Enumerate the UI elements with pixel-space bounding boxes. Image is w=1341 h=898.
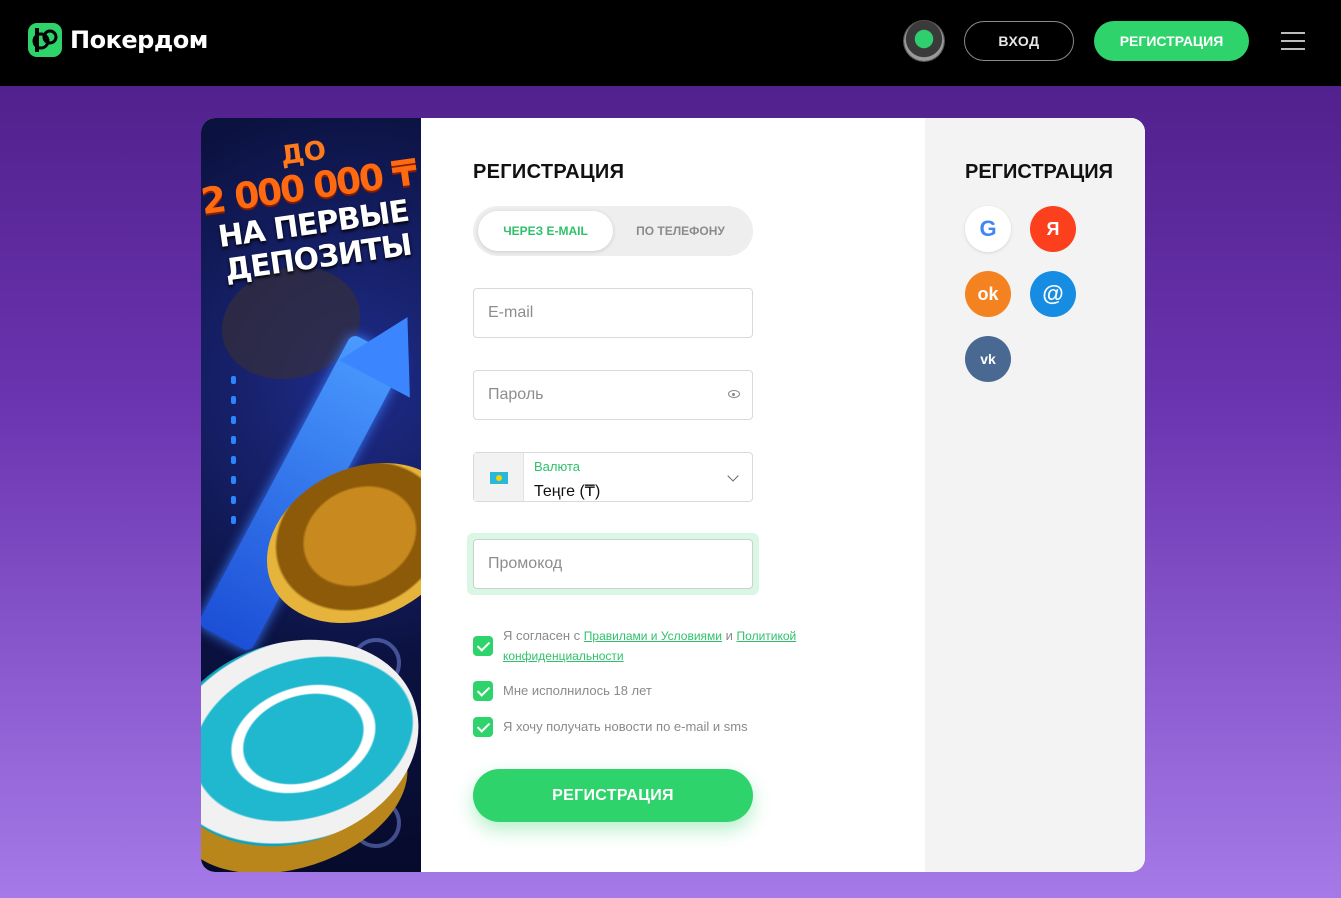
chevron-down-icon[interactable]	[727, 470, 739, 482]
promocode-field-wrapper	[473, 539, 753, 589]
login-button[interactable]: ВХОД	[964, 21, 1074, 61]
social-title: РЕГИСТРАЦИЯ	[965, 161, 1113, 183]
terms-text-before: Я согласен с	[503, 628, 581, 643]
email-field-wrapper	[473, 288, 753, 338]
registration-form: РЕГИСТРАЦИЯ ЧЕРЕЗ E-MAIL ПО ТЕЛЕФОНУ Вал…	[421, 118, 925, 872]
menu-icon[interactable]	[1281, 30, 1305, 52]
eye-icon[interactable]	[728, 390, 740, 398]
password-field[interactable]	[474, 371, 752, 419]
terms-text-mid: и	[725, 628, 733, 643]
top-header: Покердом ВХОД РЕГИСТРАЦИЯ	[0, 0, 1341, 86]
odnoklassniki-icon[interactable]: ok	[965, 271, 1011, 317]
terms-link[interactable]: Правилами и Условиями	[584, 629, 722, 643]
terms-label: Я согласен с Правилами и Условиями и Пол…	[503, 626, 843, 666]
decorative-dots	[231, 376, 237, 536]
tab-email[interactable]: ЧЕРЕЗ E-MAIL	[478, 211, 613, 251]
terms-checkbox[interactable]	[473, 636, 493, 656]
kazakhstan-flag-icon	[490, 472, 508, 484]
logo-icon	[27, 22, 63, 58]
currency-flag-box	[474, 453, 524, 501]
promo-banner: ДО 2 000 000 ₸ НА ПЕРВЫЕ ДЕПОЗИТЫ	[201, 118, 421, 872]
promocode-focus-ring	[467, 533, 759, 595]
yandex-icon[interactable]: Я	[1030, 206, 1076, 252]
google-icon[interactable]: G	[965, 206, 1011, 252]
mail-ru-icon[interactable]: @	[1030, 271, 1076, 317]
logo-text: Покердом	[70, 26, 208, 54]
tab-phone[interactable]: ПО ТЕЛЕФОНУ	[613, 211, 748, 251]
news-label: Я хочу получать новости по e-mail и sms	[503, 719, 748, 734]
promocode-field[interactable]	[474, 540, 752, 588]
currency-label: Валюта	[534, 459, 580, 474]
registration-method-tabs: ЧЕРЕЗ E-MAIL ПО ТЕЛЕФОНУ	[473, 206, 753, 256]
currency-value: Теңге (₸)	[534, 483, 601, 500]
news-checkbox[interactable]	[473, 717, 493, 737]
promo-headline: ДО 2 000 000 ₸ НА ПЕРВЫЕ ДЕПОЗИТЫ	[201, 123, 421, 290]
email-field[interactable]	[474, 289, 752, 337]
currency-select[interactable]: Валюта Теңге (₸)	[473, 452, 753, 502]
social-registration: РЕГИСТРАЦИЯ G Я ok @ vk	[925, 118, 1145, 872]
form-title: РЕГИСТРАЦИЯ	[473, 161, 625, 183]
register-submit-button[interactable]: РЕГИСТРАЦИЯ	[473, 769, 753, 822]
vk-icon[interactable]: vk	[965, 336, 1011, 382]
age-checkbox[interactable]	[473, 681, 493, 701]
avatar[interactable]	[904, 21, 944, 61]
password-field-wrapper	[473, 370, 753, 420]
age-label: Мне исполнилось 18 лет	[503, 683, 652, 698]
logo[interactable]: Покердом	[27, 22, 208, 58]
registration-modal: ДО 2 000 000 ₸ НА ПЕРВЫЕ ДЕПОЗИТЫ РЕГИСТ…	[201, 118, 1145, 872]
register-button-header[interactable]: РЕГИСТРАЦИЯ	[1094, 21, 1249, 61]
